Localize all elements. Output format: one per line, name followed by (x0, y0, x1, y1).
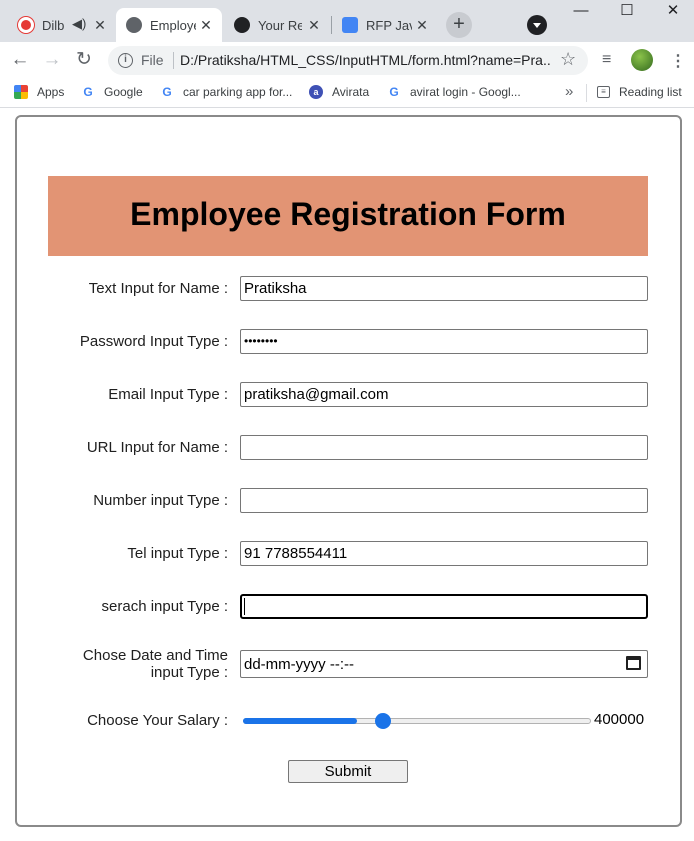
search-input[interactable] (240, 594, 648, 619)
email-label: Email Input Type : (108, 386, 228, 403)
menu-icon[interactable]: ⋮ (670, 51, 686, 71)
google-icon: G (162, 85, 172, 99)
bookmarks-overflow-icon[interactable]: » (565, 83, 573, 100)
address-bar[interactable]: i File D:/Pratiksha/HTML_CSS/InputHTML/f… (108, 46, 588, 75)
omnibox-divider (173, 52, 174, 69)
bookmark-avirat-login[interactable]: G avirat login - Googl... (387, 85, 521, 99)
tab-title: Employe (150, 17, 196, 33)
bookmark-label: car parking app for... (183, 85, 293, 99)
youtube-icon (18, 17, 34, 33)
page-title: Employee Registration Form (130, 196, 566, 232)
bookmark-car-parking[interactable]: G car parking app for... (160, 85, 292, 99)
close-icon[interactable]: ✕ (92, 17, 108, 33)
apps-grid-icon (14, 85, 28, 99)
salary-label: Choose Your Salary : (87, 712, 228, 729)
tab-strip: Dilb ◀) ✕ Employe ✕ Your Re ✕ RFP Java ✕… (0, 0, 694, 42)
name-label: Text Input for Name : (88, 280, 228, 297)
tab-title: Your Re (258, 17, 302, 33)
salary-slider-fill (243, 718, 357, 724)
salary-slider-thumb[interactable] (375, 713, 391, 729)
password-label: Password Input Type : (79, 333, 228, 350)
form-header-banner: Employee Registration Form (48, 176, 648, 256)
back-button[interactable]: ← (8, 48, 32, 72)
forward-button[interactable]: → (40, 48, 64, 72)
bookmark-label: Apps (37, 85, 65, 99)
datetime-label-line1: Chose Date and Time (82, 647, 228, 664)
bookmarks-divider (586, 84, 587, 102)
bookmark-avirata[interactable]: a Avirata (309, 85, 369, 99)
speaker-icon[interactable]: ◀) (72, 16, 86, 32)
password-input[interactable]: •••••••• (240, 329, 648, 354)
bookmark-google[interactable]: G Google (81, 85, 143, 99)
submit-button[interactable]: Submit (288, 760, 408, 783)
bookmark-apps[interactable]: Apps (14, 85, 64, 99)
minimize-button[interactable]: — (566, 2, 596, 20)
browser-toolbar: ← → ↻ i File D:/Pratiksha/HTML_CSS/Input… (0, 42, 694, 78)
info-icon[interactable]: i (118, 53, 133, 68)
close-icon[interactable]: ✕ (306, 17, 322, 33)
url-text[interactable]: D:/Pratiksha/HTML_CSS/InputHTML/form.htm… (180, 52, 550, 68)
new-tab-button[interactable]: + (446, 12, 472, 38)
calendar-icon[interactable] (626, 656, 641, 670)
url-label: URL Input for Name : (86, 439, 228, 456)
tab-title: Dilb (42, 17, 65, 33)
google-icon: G (83, 85, 93, 99)
maximize-button[interactable]: ☐ (612, 2, 642, 20)
tab-dilb[interactable]: Dilb ◀) ✕ (8, 8, 116, 42)
reading-list-label: Reading list (619, 85, 682, 99)
bookmark-label: Avirata (332, 85, 370, 99)
tel-label: Tel input Type : (127, 545, 228, 562)
globe-icon (126, 17, 142, 33)
datetime-label-line2: input Type : (150, 664, 228, 681)
tab-github[interactable]: Your Re ✕ (224, 8, 330, 42)
profile-avatar[interactable] (631, 49, 653, 71)
reading-list-icon: ≡ (597, 86, 610, 98)
contacts-icon (342, 17, 358, 33)
tab-employee[interactable]: Employe ✕ (116, 8, 222, 42)
salary-value: 400000 (594, 711, 645, 728)
close-icon[interactable]: ✕ (414, 17, 430, 33)
close-icon[interactable]: ✕ (198, 17, 214, 33)
email-input[interactable]: pratiksha@gmail.com (240, 382, 648, 407)
tab-title: RFP Java (366, 17, 412, 33)
bookmarks-bar: Apps G Google G car parking app for... a… (0, 78, 694, 108)
search-label: serach input Type : (101, 598, 228, 615)
avirata-icon: a (309, 85, 323, 99)
text-caret (244, 598, 245, 615)
reload-button[interactable]: ↻ (72, 48, 96, 72)
tel-input[interactable]: 91 7788554411 (240, 541, 648, 566)
tab-rfp[interactable]: RFP Java ✕ (332, 8, 438, 42)
bookmark-label: Google (104, 85, 143, 99)
datetime-input[interactable]: dd-mm-yyyy --:-- (240, 650, 648, 678)
github-icon (234, 17, 250, 33)
bookmark-star-icon[interactable]: ☆ (560, 49, 576, 70)
tab-search-icon[interactable] (527, 15, 547, 35)
reading-list-button[interactable]: ≡ Reading list (597, 85, 682, 99)
google-icon: G (389, 85, 399, 99)
bookmark-label: avirat login - Googl... (410, 85, 521, 99)
number-label: Number input Type : (93, 492, 228, 509)
number-input[interactable] (240, 488, 648, 513)
media-control-icon[interactable]: ≡ (602, 51, 611, 69)
url-input[interactable] (240, 435, 648, 460)
window-close-button[interactable]: ✕ (658, 2, 688, 20)
file-label: File (141, 52, 164, 68)
name-input[interactable]: Pratiksha (240, 276, 648, 301)
